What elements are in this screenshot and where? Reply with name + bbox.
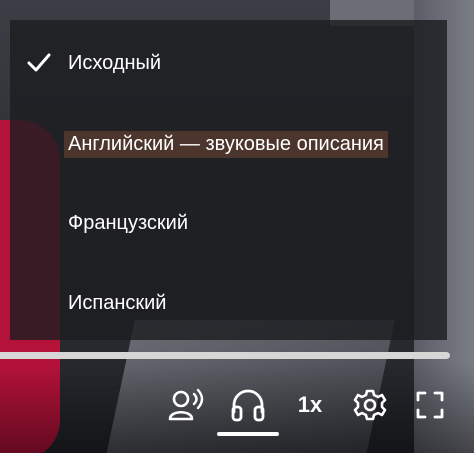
audio-description-button[interactable] [165, 378, 209, 432]
checkmark-icon [27, 53, 51, 72]
playback-rate-button[interactable]: 1x [290, 378, 330, 432]
player-controls: 1x [0, 378, 474, 438]
audio-track-spanish[interactable]: Испанский [10, 275, 447, 331]
audio-track-original[interactable]: Исходный [10, 35, 447, 91]
fullscreen-icon [416, 391, 444, 419]
gear-icon [353, 389, 387, 421]
fullscreen-button[interactable] [410, 378, 450, 432]
audio-track-label: Французский [68, 211, 188, 234]
audio-track-english-described[interactable]: Английский — звуковые описания [10, 116, 447, 172]
playback-rate-label: 1x [297, 392, 323, 417]
audio-track-button[interactable] [226, 378, 270, 432]
audio-track-label: Английский — звуковые описания [64, 130, 388, 158]
progress-bar[interactable] [0, 352, 450, 359]
audio-track-label: Исходный [68, 51, 162, 74]
active-control-indicator [217, 432, 279, 436]
settings-button[interactable] [349, 378, 391, 432]
audio-track-french[interactable]: Французский [10, 195, 447, 251]
audio-track-label: Испанский [68, 291, 167, 314]
audio-track-menu: Исходный Английский — звуковые описания … [10, 20, 447, 340]
headphones-icon [231, 389, 265, 422]
audio-description-icon [168, 388, 204, 421]
